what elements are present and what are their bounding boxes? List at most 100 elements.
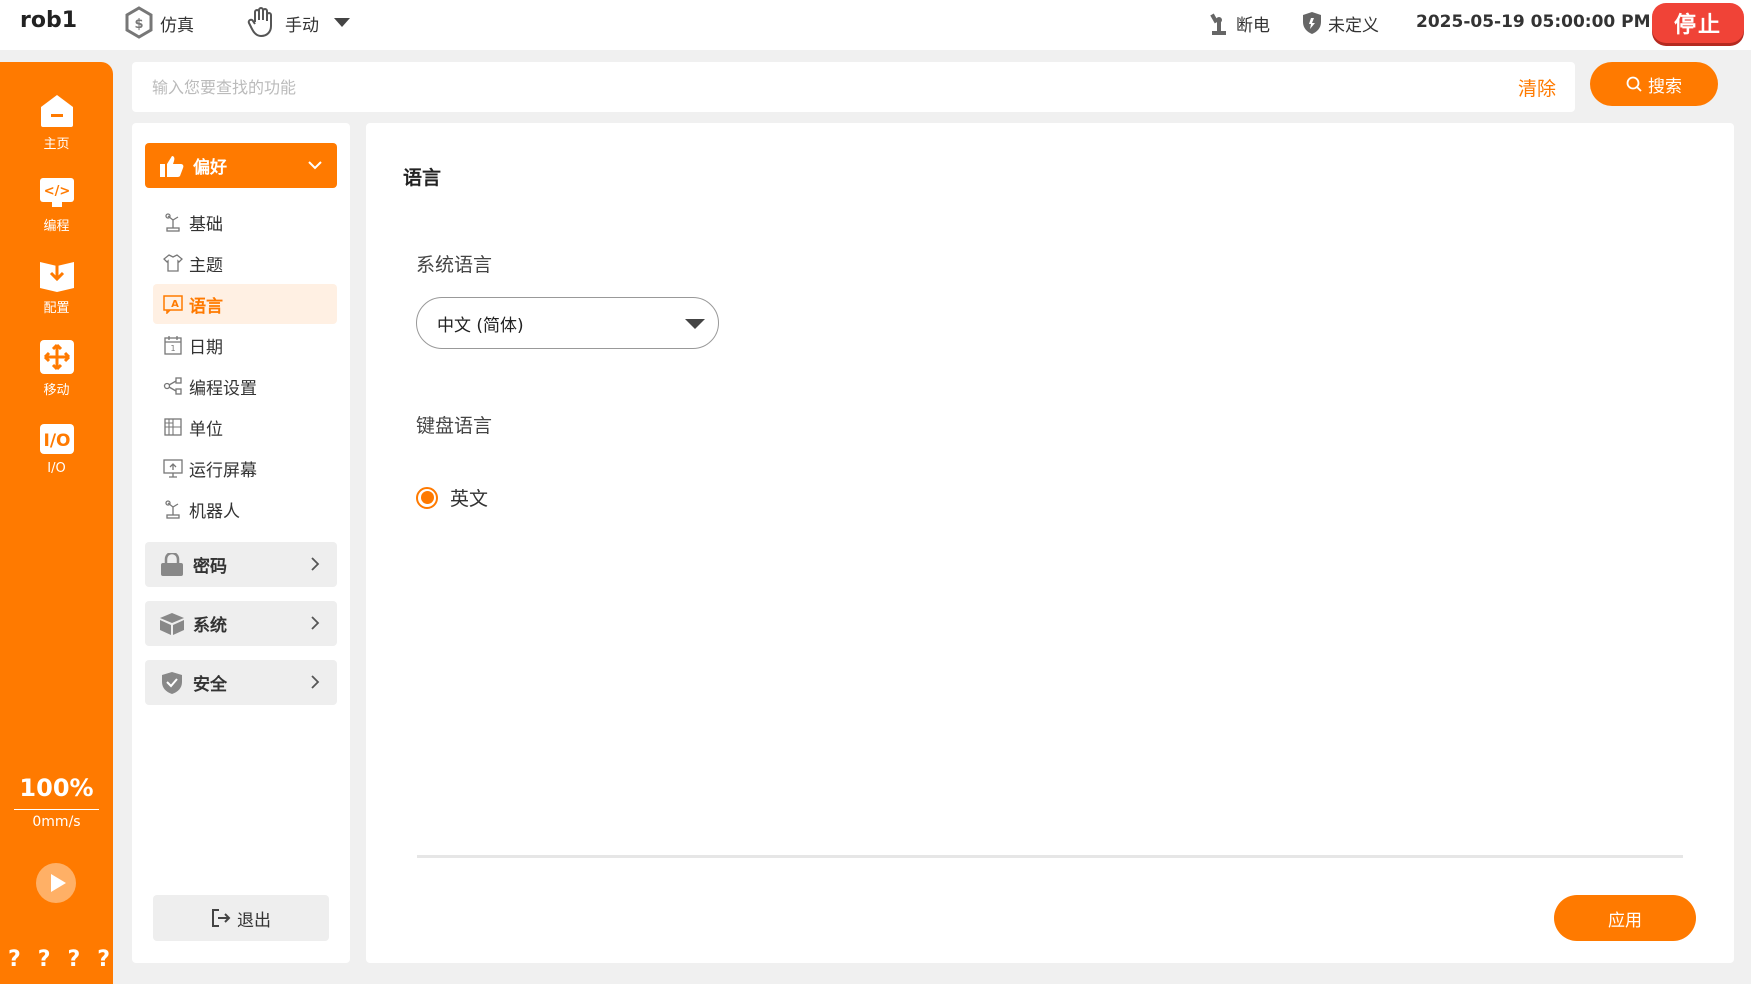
sub-item-units[interactable]: 单位 xyxy=(153,407,337,447)
svg-text:I/O: I/O xyxy=(43,431,70,451)
rail-item-io[interactable]: I/O I/O xyxy=(0,420,113,476)
power-status: 断电 xyxy=(1208,6,1270,40)
language-settings-panel: 语言 系统语言 中文 (简体) 键盘语言 英文 应用 xyxy=(366,123,1734,963)
keyboard-language-label: 键盘语言 xyxy=(416,415,493,437)
settings-nav-panel: 偏好 基础 主题 A 语言 1 日期 编程设置 单位 运行屏幕 机器人 密码 系… xyxy=(132,123,350,963)
rail-item-label: 配置 xyxy=(43,301,70,316)
logout-icon xyxy=(212,909,231,927)
datetime: 2025-05-19 05:00:00 PM xyxy=(1416,12,1651,32)
mode-indicator[interactable]: $ 仿真 xyxy=(124,6,194,40)
search-button[interactable]: 搜索 xyxy=(1590,62,1718,106)
sub-item-label: 基础 xyxy=(189,214,223,235)
rail-item-label: 主页 xyxy=(43,137,70,152)
rail-item-config[interactable]: 配置 xyxy=(0,256,113,316)
monitor-icon xyxy=(163,459,183,478)
radio-dot xyxy=(420,491,434,504)
box-icon xyxy=(160,612,184,635)
control-mode-label: 手动 xyxy=(285,15,319,36)
stop-button[interactable]: 停止 xyxy=(1652,3,1744,43)
io-icon: I/O xyxy=(39,424,74,454)
radio-button[interactable] xyxy=(416,486,438,509)
page-title: 语言 xyxy=(403,167,442,189)
search-input[interactable] xyxy=(152,74,1382,100)
help-mark[interactable]: ? xyxy=(97,947,110,972)
keyboard-language-option-english[interactable]: 英文 xyxy=(416,484,488,511)
system-language-value: 中文 (简体) xyxy=(437,315,524,336)
robot-name: rob1 xyxy=(20,8,78,33)
rail-item-label: 编程 xyxy=(43,219,70,234)
sub-item-language[interactable]: A 语言 xyxy=(153,284,337,324)
sub-item-basic[interactable]: 基础 xyxy=(153,202,337,242)
chevron-down-icon xyxy=(308,161,322,170)
group-label: 安全 xyxy=(193,675,227,695)
system-language-select[interactable]: 中文 (简体) xyxy=(416,297,719,349)
sub-item-robot[interactable]: 机器人 xyxy=(153,489,337,529)
help-mark[interactable]: ? xyxy=(38,947,51,972)
speed-divider xyxy=(14,809,99,810)
rail-item-home[interactable]: 主页 xyxy=(0,92,113,152)
search-bar: 清除 xyxy=(132,62,1575,112)
calendar-icon: 1 xyxy=(164,336,182,355)
group-preferences[interactable]: 偏好 xyxy=(145,143,337,188)
rail-item-label: 移动 xyxy=(43,383,70,398)
system-language-label: 系统语言 xyxy=(416,254,493,276)
logout-button[interactable]: 退出 xyxy=(153,895,329,941)
control-mode-dropdown[interactable]: 手动 xyxy=(247,6,351,40)
speed-value: 0mm/s xyxy=(32,814,81,830)
keyboard-option-label: 英文 xyxy=(450,488,489,510)
hand-icon xyxy=(247,7,272,38)
chevron-right-icon xyxy=(311,557,320,571)
sub-item-run-screen[interactable]: 运行屏幕 xyxy=(153,448,337,488)
safety-status: 未定义 xyxy=(1302,6,1379,40)
shield-icon xyxy=(162,671,182,694)
power-label: 断电 xyxy=(1236,15,1270,36)
shirt-icon xyxy=(163,254,183,272)
sub-item-label: 单位 xyxy=(189,419,223,440)
main-nav-rail: 主页 </> 编程 配置 移动 I/O I/O 100% 0mm/s xyxy=(0,62,113,984)
rail-item-program[interactable]: </> 编程 xyxy=(0,174,113,234)
apply-button[interactable]: 应用 xyxy=(1554,895,1696,941)
shield-icon xyxy=(1303,12,1321,34)
sub-item-label: 语言 xyxy=(189,296,223,317)
group-safety[interactable]: 安全 xyxy=(145,660,337,705)
sub-item-label: 日期 xyxy=(189,337,223,358)
robot-arm-icon xyxy=(165,500,180,519)
rail-item-label: I/O xyxy=(47,461,66,476)
simulation-icon: $ xyxy=(125,6,153,39)
help-marks: ? ? ? ? xyxy=(4,947,114,972)
sub-item-theme[interactable]: 主题 xyxy=(153,243,337,283)
chevron-right-icon xyxy=(311,675,320,689)
sub-item-label: 主题 xyxy=(189,255,223,276)
share-nodes-icon xyxy=(163,377,182,395)
play-icon[interactable] xyxy=(35,862,77,904)
clear-button[interactable]: 清除 xyxy=(1518,74,1556,101)
translate-icon: A xyxy=(163,295,183,314)
safety-label: 未定义 xyxy=(1328,15,1379,36)
sub-item-programming-settings[interactable]: 编程设置 xyxy=(153,366,337,406)
config-icon xyxy=(39,262,74,292)
mode-label: 仿真 xyxy=(160,15,194,36)
svg-text:$: $ xyxy=(134,17,143,32)
rail-item-move[interactable]: 移动 xyxy=(0,338,113,398)
robot-arm-icon xyxy=(165,213,180,232)
speed-percent[interactable]: 100% xyxy=(0,774,113,802)
thumbs-up-icon xyxy=(160,155,184,177)
search-icon xyxy=(1626,76,1642,92)
help-mark[interactable]: ? xyxy=(67,947,80,972)
chevron-right-icon xyxy=(311,616,320,630)
home-icon xyxy=(40,95,73,127)
code-icon: </> xyxy=(39,178,74,207)
svg-text:A: A xyxy=(171,299,179,310)
group-label: 系统 xyxy=(193,616,227,636)
grid-icon xyxy=(164,418,182,436)
lock-icon xyxy=(161,552,183,576)
sub-item-date[interactable]: 1 日期 xyxy=(153,325,337,365)
group-label: 密码 xyxy=(193,557,227,577)
group-password[interactable]: 密码 xyxy=(145,542,337,587)
group-label: 偏好 xyxy=(193,158,227,178)
group-system[interactable]: 系统 xyxy=(145,601,337,646)
sub-item-label: 机器人 xyxy=(189,501,240,522)
help-mark[interactable]: ? xyxy=(8,947,21,972)
caret-down-icon xyxy=(685,319,705,329)
svg-text:1: 1 xyxy=(170,344,175,353)
